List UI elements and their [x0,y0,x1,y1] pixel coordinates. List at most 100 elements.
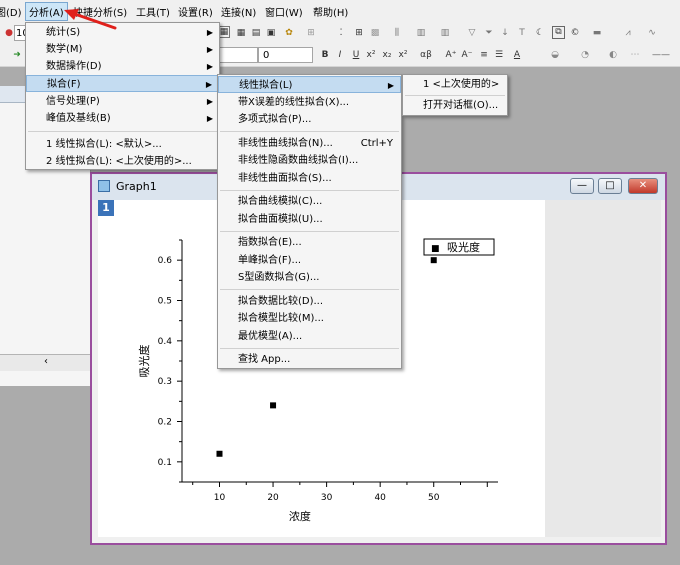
image-icon[interactable]: ▣ [264,26,278,40]
font-color-icon[interactable]: A [510,48,524,62]
funnel-icon[interactable]: ⏷ [482,26,496,40]
graph-title: Graph1 [116,180,157,193]
y-tick-label: 0.5 [158,297,172,307]
layer-badge[interactable]: 1 [98,200,114,216]
chart-icon[interactable]: ▤ [249,26,263,40]
menu-separator [28,131,217,132]
menu-item-open-dialog[interactable]: 打开对话框(O)... [403,97,507,114]
column-chart-icon-2[interactable]: ▥ [438,26,452,40]
underline-icon[interactable]: U [349,48,363,62]
maximize-button[interactable]: □ [598,178,622,194]
pattern-icon[interactable]: ◔ [578,48,592,62]
refresh-icon[interactable]: © [568,26,582,40]
table-icon[interactable]: ▦ [234,26,248,40]
italic-icon[interactable]: I [333,48,347,62]
pin-icon[interactable]: ↓ [498,26,512,40]
menu-separator [220,190,399,191]
y-tick-label: 0.3 [158,377,172,387]
fill-tool-icon[interactable]: ▩ [368,26,382,40]
font-size-combo[interactable]: 0 [258,47,313,63]
menu-connect[interactable]: 连接(N) [221,4,256,19]
menu-item-data-manipulation[interactable]: 数据操作(D) ▶ [26,58,219,75]
menu-item-best-model[interactable]: 最优模型(A)... [218,328,401,345]
menu-item-fitting[interactable]: 拟合(F) ▶ [26,75,219,92]
x-tick-label: 50 [428,493,440,503]
graph-window-icon [98,180,110,192]
import-icon[interactable]: ➜ [10,48,24,62]
add-layer-icon[interactable]: ⊞ [304,26,318,40]
menu-item-recent-linear-fit-last[interactable]: 2 线性拟合(L): <上次使用的>... [26,153,219,170]
menu-item-single-peak-fit[interactable]: 单峰拟合(F)... [218,252,401,269]
menu-help[interactable]: 帮助(H) [313,4,348,19]
menu-item-exponential-fit[interactable]: 指数拟合(E)... [218,234,401,251]
menu-item-signal-processing[interactable]: 信号处理(P) ▶ [26,93,219,110]
minimize-button[interactable]: — [570,178,594,194]
y-tick-label: 0.6 [158,256,173,266]
line-color-icon[interactable]: ◐ [606,48,620,62]
line-style-icon[interactable]: ⋯ [628,48,642,62]
superscript-icon[interactable]: x² [364,48,378,62]
fit-submenu: 线性拟合(L) ▶ 带X误差的线性拟合(X)... 多项式拟合(P)... 非线性… [217,74,402,369]
close-button[interactable]: ✕ [628,178,658,194]
menu-window[interactable]: 窗口(W) [265,4,303,19]
data-point [270,402,277,409]
annotation-arrow-icon [64,9,117,30]
subscript-icon[interactable]: x₂ [380,48,394,62]
menu-item-sigmoidal-fit[interactable]: S型函数拟合(G)... [218,269,401,286]
column-chart-icon[interactable]: ▥ [414,26,428,40]
menu-item-peaks-baseline[interactable]: 峰值及基线(B) ▶ [26,110,219,127]
scroll-left-icon[interactable]: ‹ [44,356,48,367]
menu-item-linear-fit[interactable]: 线性拟合(L) ▶ [218,76,401,93]
moon-icon[interactable]: ☾ [533,26,547,40]
y-tick-label: 0.1 [158,458,172,468]
list-icon[interactable]: ☰ [492,48,506,62]
grid-tool-icon[interactable]: ⊞ [352,26,366,40]
menu-separator [220,131,399,132]
plugin-icon[interactable]: ✿ [282,26,296,40]
color-bar-icon[interactable]: ▬ [590,26,604,40]
align-icon[interactable]: ≡ [477,48,491,62]
menu-item-simulate-surface[interactable]: 拟合曲面模拟(U)... [218,211,401,228]
menu-tools[interactable]: 工具(T) [136,4,170,19]
greek-icon[interactable]: αβ [414,48,438,62]
line-width-icon[interactable]: —— [646,48,676,62]
x-tick-label: 10 [214,493,226,503]
menu-item-math[interactable]: 数学(M) ▶ [26,41,219,58]
menu-item-find-app[interactable]: 查找 App... [218,351,401,368]
page-margin-area [545,200,661,537]
data-point [430,257,437,264]
filter-icon[interactable]: ▽ [465,26,479,40]
menu-item-compare-models[interactable]: 拟合模型比较(M)... [218,310,401,327]
x-tick-label: 20 [267,493,279,503]
curve-icon[interactable]: ∿ [645,26,659,40]
submenu-arrow-icon: ▶ [206,114,213,123]
menu-item-last-used[interactable]: 1 <上次使用的> [403,76,507,93]
peak-icon[interactable]: ⩘ [621,26,635,40]
copy-page-icon[interactable]: ⧉ [552,26,565,39]
bold-icon[interactable]: B [318,48,332,62]
menu-item-nonlinear-surface-fit[interactable]: 非线性曲面拟合(S)... [218,170,401,187]
analysis-menu: 统计(S) ▶ 数学(M) ▶ 数据操作(D) ▶ 拟合(F) ▶ 信号处理(P) ▶ 峰… [25,22,220,170]
menu-item-nonlinear-curve-fit[interactable]: 非线性曲线拟合(N)... Ctrl+Y [218,135,401,152]
submenu-arrow-icon: ▶ [206,45,213,54]
shortcut-label: Ctrl+Y [360,138,393,149]
menu-item-linear-fit-x-error[interactable]: 带X误差的线性拟合(X)... [218,94,401,111]
submenu-arrow-icon: ▶ [206,62,213,71]
decrease-font-icon[interactable]: A⁻ [460,48,474,62]
menu-item-polynomial-fit[interactable]: 多项式拟合(P)... [218,111,401,128]
menu-item-compare-datasets[interactable]: 拟合数据比较(D)... [218,293,401,310]
bar-tool-icon[interactable]: ⫼ [390,26,404,40]
increase-font-icon[interactable]: A⁺ [444,48,458,62]
menu-item-recent-linear-fit-default[interactable]: 1 线性拟合(L): <默认>... [26,136,219,153]
explorer-scrollbar[interactable]: ‹ [0,354,90,371]
menu-item-simulate-curve[interactable]: 拟合曲线模拟(C)... [218,193,401,210]
menu-item-nonlinear-implicit-fit[interactable]: 非线性隐函数曲线拟合(I)... [218,152,401,169]
menu-separator [220,231,399,232]
fill-color-icon[interactable]: ◒ [548,48,562,62]
menu-settings[interactable]: 设置(R) [178,4,213,19]
legend-symbol: ■ [431,244,440,254]
submenu-arrow-icon: ▶ [206,97,213,106]
scatter-tool-icon[interactable]: ⁚ [334,26,348,40]
supsub-icon[interactable]: x² [396,48,410,62]
text-icon[interactable]: T [515,26,529,40]
